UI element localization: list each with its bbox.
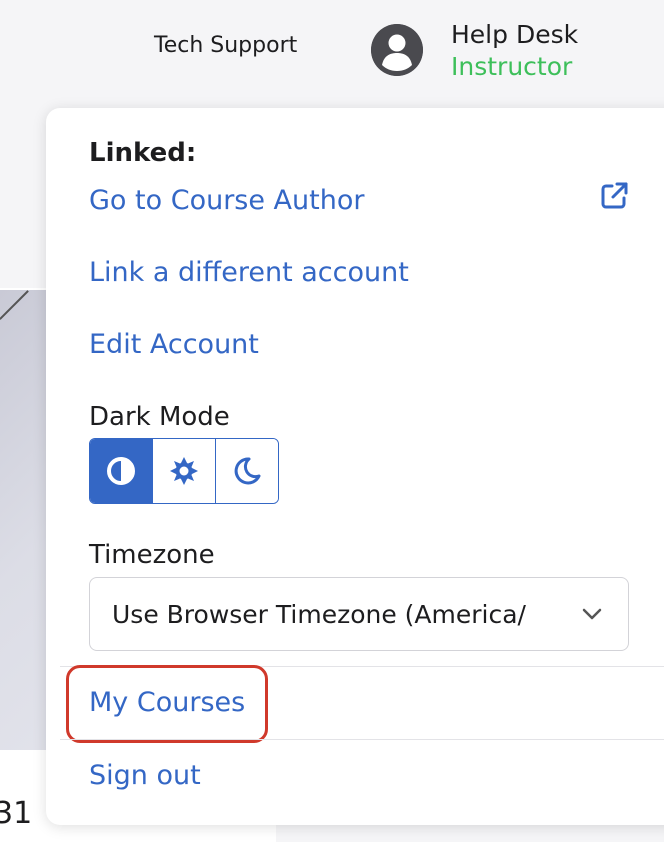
sign-out-link[interactable]: Sign out	[89, 760, 201, 791]
dark-mode-toggle-group	[89, 438, 279, 504]
menu-divider	[60, 739, 664, 740]
timezone-value: Use Browser Timezone (America/	[112, 599, 526, 629]
timezone-label: Timezone	[89, 540, 215, 570]
chevron-down-icon	[582, 608, 602, 620]
page: 31 Tech Support Help Desk Instructor Lin…	[0, 0, 664, 842]
link-different-account-link[interactable]: Link a different account	[89, 257, 409, 288]
user-role: Instructor	[451, 52, 573, 81]
tech-support-link[interactable]: Tech Support	[154, 33, 297, 58]
linked-label: Linked:	[89, 138, 197, 168]
timezone-select[interactable]: Use Browser Timezone (America/	[89, 577, 629, 651]
go-to-course-author-link[interactable]: Go to Course Author	[89, 185, 364, 216]
user-name[interactable]: Help Desk	[451, 20, 578, 49]
dark-mode-label: Dark Mode	[89, 402, 230, 432]
user-dropdown-menu: Linked: Go to Course Author Link a diffe…	[46, 108, 664, 825]
course-card-text: 31	[0, 796, 33, 831]
my-courses-highlight	[66, 665, 268, 743]
dark-mode-button[interactable]	[215, 439, 278, 503]
moon-icon	[234, 457, 261, 485]
external-link-icon[interactable]	[598, 180, 630, 212]
image-corner-line	[0, 290, 30, 320]
light-mode-button[interactable]	[152, 439, 215, 503]
sun-icon	[170, 457, 198, 485]
edit-account-link[interactable]: Edit Account	[89, 329, 259, 360]
avatar-icon[interactable]	[371, 24, 423, 76]
auto-contrast-icon	[107, 457, 135, 485]
auto-mode-button[interactable]	[90, 439, 152, 503]
